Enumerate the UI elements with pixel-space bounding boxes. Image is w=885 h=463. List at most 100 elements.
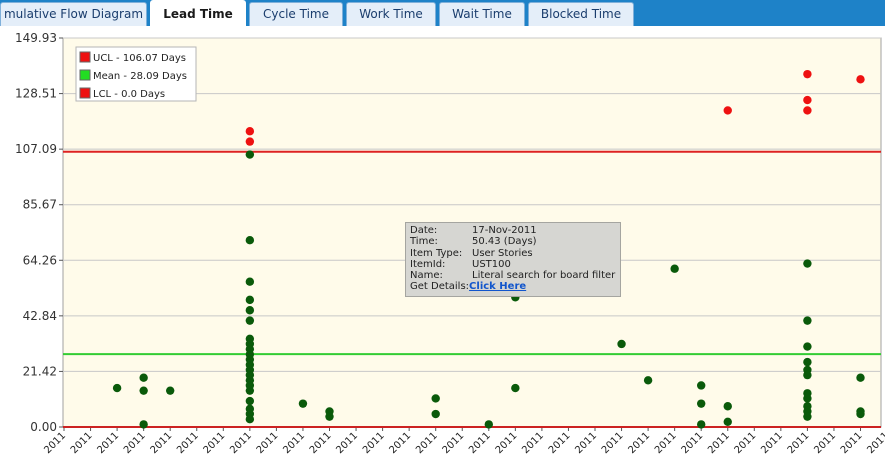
data-point[interactable]: [245, 295, 255, 305]
x-tick-label: 2011: [441, 430, 467, 456]
x-tick-label: 2011: [308, 430, 334, 456]
tooltip-name-value: Literal search for board filter: [472, 270, 616, 282]
x-tick-label: 2011: [573, 430, 599, 456]
data-point[interactable]: [298, 399, 308, 408]
data-point[interactable]: [511, 383, 520, 393]
tab-lead-time[interactable]: Lead Time: [150, 0, 246, 27]
tooltip-date-value: 17-Nov-2011: [472, 225, 537, 236]
data-point-above-ucl[interactable]: [856, 75, 865, 84]
x-tick-label: 2011: [467, 430, 493, 456]
data-point[interactable]: [643, 376, 653, 385]
data-point[interactable]: [245, 415, 255, 424]
x-tick-label: 2011: [626, 430, 652, 456]
x-tick-label: 2011: [706, 430, 732, 456]
x-tick-label: 2011: [175, 430, 201, 456]
y-tick-label: 64.26: [23, 253, 57, 267]
legend-label-mean: Mean - 28.09 Days: [93, 71, 187, 82]
legend-swatch-mean: [79, 69, 91, 81]
data-point[interactable]: [166, 386, 175, 395]
data-point[interactable]: [856, 409, 865, 419]
tab-wait-time[interactable]: Wait Time: [439, 2, 525, 26]
data-point[interactable]: [245, 316, 255, 325]
data-point[interactable]: [431, 394, 440, 403]
tooltip-item-id-value: UST100: [472, 258, 511, 270]
data-point[interactable]: [112, 383, 122, 393]
x-tick-label: 2011: [680, 430, 706, 456]
x-tick-label: 2011: [387, 430, 413, 456]
x-tick-label: 2011: [122, 430, 148, 456]
x-tick-label: 2011: [733, 430, 759, 456]
data-point-above-ucl[interactable]: [245, 127, 255, 136]
tab-work-time[interactable]: Work Time: [346, 2, 436, 26]
data-point[interactable]: [484, 420, 493, 429]
data-point[interactable]: [723, 417, 732, 427]
data-point[interactable]: [803, 342, 812, 351]
x-tick-label: 2011: [786, 430, 812, 456]
data-point[interactable]: [139, 420, 148, 429]
tooltip-details-label: Get Details:: [410, 281, 470, 293]
x-tick-label: 2011: [42, 430, 68, 456]
tooltip-name-label: Name:: [410, 270, 443, 282]
x-tick-label: 2011: [281, 430, 307, 456]
data-point[interactable]: [803, 357, 812, 367]
x-tick-label: 2011: [865, 430, 885, 456]
legend-swatch-ucl: [79, 51, 91, 63]
x-tick-label: 2011: [69, 430, 95, 456]
y-axis-ticks: 0.00 21.42 42.84 64.26 85.67 107.09 128.51 149.…: [15, 31, 63, 434]
legend-label-ucl: UCL - 106.07 Days: [93, 53, 186, 64]
data-point[interactable]: [617, 339, 626, 349]
tab-bar: mulative Flow Diagram Lead Time Cycle Ti…: [0, 0, 885, 27]
data-point[interactable]: [803, 394, 812, 403]
data-point[interactable]: [803, 316, 812, 325]
x-tick-label: 2011: [600, 430, 626, 456]
data-point[interactable]: [245, 306, 255, 315]
data-point[interactable]: [139, 386, 148, 395]
legend: UCL - 106.07 Days Mean - 28.09 Days LCL …: [75, 46, 197, 102]
x-tick-label: 2011: [149, 430, 175, 456]
data-point[interactable]: [245, 277, 255, 286]
tooltip-time-value: 50.43 (Days): [472, 236, 537, 248]
data-point-above-ucl[interactable]: [245, 137, 255, 146]
x-tick-label: 2011: [414, 430, 440, 456]
data-point[interactable]: [803, 370, 812, 380]
tab-cycle-time[interactable]: Cycle Time: [249, 2, 343, 26]
y-tick-label: 85.67: [23, 198, 57, 212]
x-tick-label: 2011: [839, 430, 865, 456]
data-point[interactable]: [670, 264, 679, 273]
legend-swatch-lcl: [79, 87, 91, 99]
data-point[interactable]: [803, 259, 812, 268]
data-point[interactable]: [697, 420, 706, 429]
data-point-above-ucl[interactable]: [803, 106, 812, 115]
tooltip-date-label: Date:: [410, 225, 438, 236]
y-tick-label: 149.93: [15, 31, 57, 45]
data-point[interactable]: [856, 373, 865, 382]
tab-cumulative-flow[interactable]: mulative Flow Diagram: [0, 2, 147, 26]
data-point[interactable]: [803, 412, 812, 421]
data-point[interactable]: [245, 235, 255, 245]
data-point[interactable]: [245, 386, 255, 395]
data-point[interactable]: [245, 396, 255, 406]
y-tick-label: 128.51: [15, 87, 57, 101]
data-point[interactable]: [697, 381, 706, 390]
tooltip-details-link[interactable]: Click Here: [469, 281, 526, 292]
data-point-above-ucl[interactable]: [803, 69, 812, 79]
x-tick-label: 2011: [759, 430, 785, 456]
data-point-above-ucl[interactable]: [723, 106, 732, 115]
data-point[interactable]: [325, 412, 334, 421]
tab-blocked-time[interactable]: Blocked Time: [528, 2, 634, 26]
data-point-above-ucl[interactable]: [803, 95, 812, 105]
tooltip-item-id-label: ItemId:: [410, 258, 446, 270]
data-point[interactable]: [431, 409, 440, 419]
tooltip-item-type-value: User Stories: [472, 247, 533, 259]
x-tick-label: 2011: [653, 430, 679, 456]
y-tick-label: 107.09: [15, 142, 57, 156]
data-point[interactable]: [139, 373, 148, 382]
x-tick-label: 2011: [334, 430, 360, 456]
data-point[interactable]: [697, 399, 706, 408]
x-tick-label: 2011: [812, 430, 838, 456]
x-tick-label: 2011: [228, 430, 254, 456]
data-point[interactable]: [723, 402, 732, 411]
x-tick-label: 2011: [202, 430, 228, 456]
x-tick-label: 2011: [361, 430, 387, 456]
data-point[interactable]: [245, 150, 255, 159]
